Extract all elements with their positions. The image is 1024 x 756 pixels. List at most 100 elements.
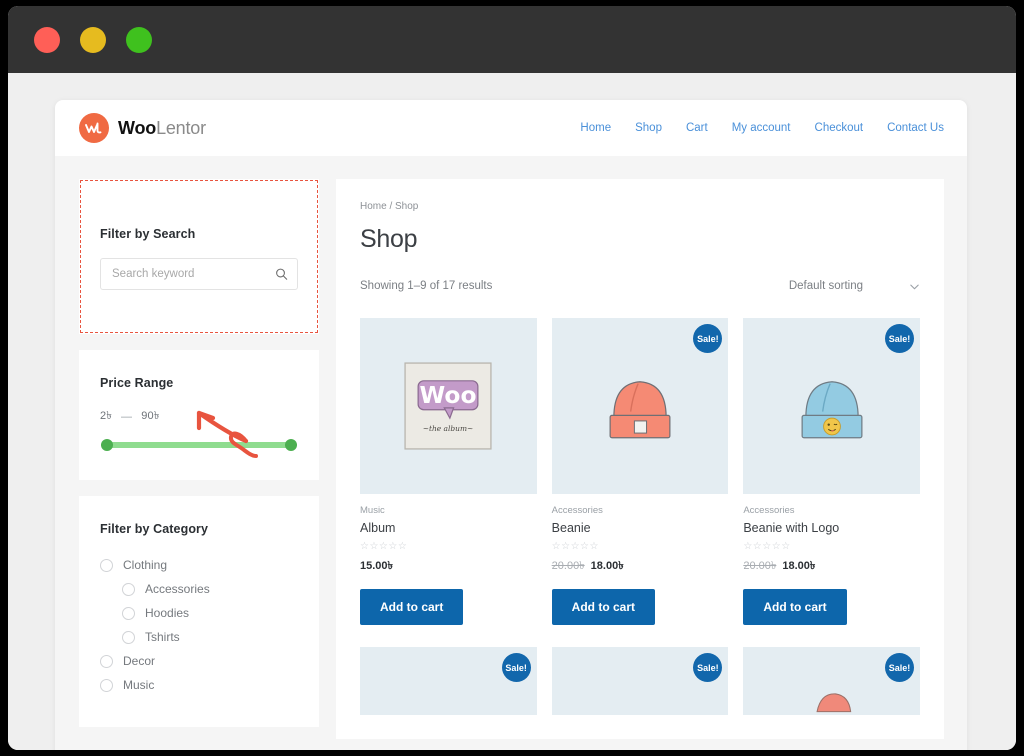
product-category: Music xyxy=(360,505,385,516)
product-image-beanie-with-logo[interactable]: Sale! xyxy=(743,318,920,494)
minimize-window-button[interactable] xyxy=(80,26,106,53)
result-count: Showing 1–9 of 17 results xyxy=(360,280,493,292)
category-item-clothing[interactable]: Clothing xyxy=(100,553,298,577)
svg-text:Woo: Woo xyxy=(420,381,477,409)
search-icon[interactable] xyxy=(275,268,288,281)
brand-name-light: Lentor xyxy=(156,117,206,138)
search-filter-widget[interactable]: Filter by Search xyxy=(79,179,319,334)
sale-badge: Sale! xyxy=(501,653,531,682)
add-to-cart-button[interactable]: Add to cart xyxy=(743,589,847,625)
product-image-beanie[interactable]: Sale! xyxy=(551,318,729,494)
brand-name: WooLentor xyxy=(118,118,206,139)
product-name[interactable]: Beanie with Logo xyxy=(743,521,920,535)
browser-viewport: WooLentor Home Shop Cart My account Chec… xyxy=(8,73,1016,750)
close-window-button[interactable] xyxy=(34,26,60,53)
product-price-old: 20.00৳ xyxy=(743,560,777,572)
sale-badge: Sale! xyxy=(885,653,914,682)
product-rating-stars: ☆☆☆☆☆ xyxy=(743,541,791,552)
product-card[interactable]: Sale! xyxy=(551,647,729,715)
breadcrumb: Home / Shop xyxy=(360,201,419,212)
maximize-window-button[interactable] xyxy=(126,26,152,53)
svg-text:~the album~: ~the album~ xyxy=(423,424,474,433)
product-grid: Woo ~the album~ Music Album ☆☆☆☆☆ 15.00৳… xyxy=(360,318,920,715)
product-card[interactable]: Sale! xyxy=(360,647,537,715)
category-label: Accessories xyxy=(145,582,210,596)
chevron-down-icon[interactable] xyxy=(909,281,920,292)
category-label: Clothing xyxy=(123,558,168,572)
main-navigation: Home Shop Cart My account Checkout Conta… xyxy=(580,122,944,134)
product-image-placeholder-salmon[interactable]: Sale! xyxy=(743,647,920,715)
price-range-slider[interactable] xyxy=(101,439,297,451)
category-item-decor[interactable]: Decor xyxy=(100,649,298,673)
nav-item-home[interactable]: Home xyxy=(580,122,611,134)
radio-icon[interactable] xyxy=(122,606,135,620)
category-label: Decor xyxy=(123,654,156,668)
add-to-cart-button[interactable]: Add to cart xyxy=(360,589,464,625)
category-filter-widget: Filter by Category Clothing Accessories xyxy=(79,496,319,727)
nav-item-my-account[interactable]: My account xyxy=(732,122,791,134)
product-card[interactable]: Sale! xyxy=(743,318,920,625)
nav-item-checkout[interactable]: Checkout xyxy=(815,122,864,134)
shop-content: Home / Shop Shop Showing 1–9 of 17 resul… xyxy=(336,179,944,739)
sale-badge: Sale! xyxy=(885,324,914,353)
add-to-cart-button[interactable]: Add to cart xyxy=(551,589,655,625)
price-range-dash: — xyxy=(121,410,133,423)
search-box[interactable] xyxy=(100,258,298,290)
nav-item-shop[interactable]: Shop xyxy=(635,122,662,134)
price-range-values: 2৳ — 90৳ xyxy=(100,407,298,426)
product-name[interactable]: Beanie xyxy=(552,521,729,535)
nav-item-cart[interactable]: Cart xyxy=(686,122,708,134)
radio-icon[interactable] xyxy=(122,630,135,644)
price-range-widget: Price Range 2৳ — 90৳ xyxy=(79,350,319,480)
site-body: Filter by Search Search keyword Price Ra… xyxy=(55,156,967,743)
category-item-music[interactable]: Music xyxy=(100,673,298,697)
radio-icon[interactable] xyxy=(122,582,135,596)
product-name[interactable]: Album xyxy=(360,521,537,535)
category-label: Hoodies xyxy=(145,606,190,620)
radio-icon[interactable] xyxy=(100,558,113,572)
category-item-accessories[interactable]: Accessories xyxy=(100,577,298,601)
price-max-label: 90৳ xyxy=(141,410,160,422)
results-bar: Showing 1–9 of 17 results Default sortin… xyxy=(360,280,920,292)
sorting-selected-value: Default sorting xyxy=(788,280,863,292)
product-price: 20.00৳ 18.00৳ xyxy=(552,557,729,576)
sale-badge: Sale! xyxy=(693,653,723,682)
sale-badge: Sale! xyxy=(693,324,723,353)
product-image-placeholder[interactable]: Sale! xyxy=(551,647,729,715)
product-image-album[interactable]: Woo ~the album~ xyxy=(360,318,537,494)
product-price-old: 20.00৳ xyxy=(551,560,585,572)
shop-sidebar: Filter by Search Search keyword Price Ra… xyxy=(79,179,319,743)
woolentor-mark-icon xyxy=(79,113,109,143)
beanie-blue-emoji-icon xyxy=(801,381,863,439)
window-titlebar xyxy=(8,6,1016,73)
product-price: 15.00৳ xyxy=(360,557,537,576)
category-label: Music xyxy=(123,678,155,692)
price-slider-track[interactable] xyxy=(101,442,297,448)
product-category: Accessories xyxy=(743,505,795,516)
price-slider-handle-min[interactable] xyxy=(101,439,113,451)
category-item-hoodies[interactable]: Hoodies xyxy=(100,601,298,625)
price-slider-handle-max[interactable] xyxy=(285,439,297,451)
site-header: WooLentor Home Shop Cart My account Chec… xyxy=(55,100,967,156)
category-list: Clothing Accessories Hoodies Tshirts Dec… xyxy=(100,553,298,697)
radio-icon[interactable] xyxy=(100,678,113,692)
radio-icon[interactable] xyxy=(100,654,113,668)
category-filter-title: Filter by Category xyxy=(100,522,209,536)
product-card[interactable]: Sale! Accessories Beanie ☆☆☆☆☆ 20.00৳ 18… xyxy=(551,318,729,625)
nav-item-contact-us[interactable]: Contact Us xyxy=(887,122,944,134)
partial-salmon-item-icon xyxy=(816,693,851,713)
search-input[interactable] xyxy=(101,259,297,289)
site-logo[interactable]: WooLentor xyxy=(79,113,206,143)
browser-window: WooLentor Home Shop Cart My account Chec… xyxy=(8,6,1016,750)
sorting-dropdown[interactable]: Default sorting xyxy=(789,280,920,292)
page-title: Shop xyxy=(360,225,418,253)
product-card[interactable]: Sale! xyxy=(743,647,920,715)
product-rating-stars: ☆☆☆☆☆ xyxy=(551,541,599,552)
search-filter-title: Filter by Search xyxy=(100,227,196,241)
product-price-current: 15.00৳ xyxy=(360,560,394,572)
category-item-tshirts[interactable]: Tshirts xyxy=(100,625,298,649)
product-card[interactable]: Woo ~the album~ Music Album ☆☆☆☆☆ 15.00৳… xyxy=(360,318,537,625)
product-category: Accessories xyxy=(551,505,603,516)
product-image-placeholder[interactable]: Sale! xyxy=(360,647,537,715)
brand-name-bold: Woo xyxy=(118,117,157,138)
